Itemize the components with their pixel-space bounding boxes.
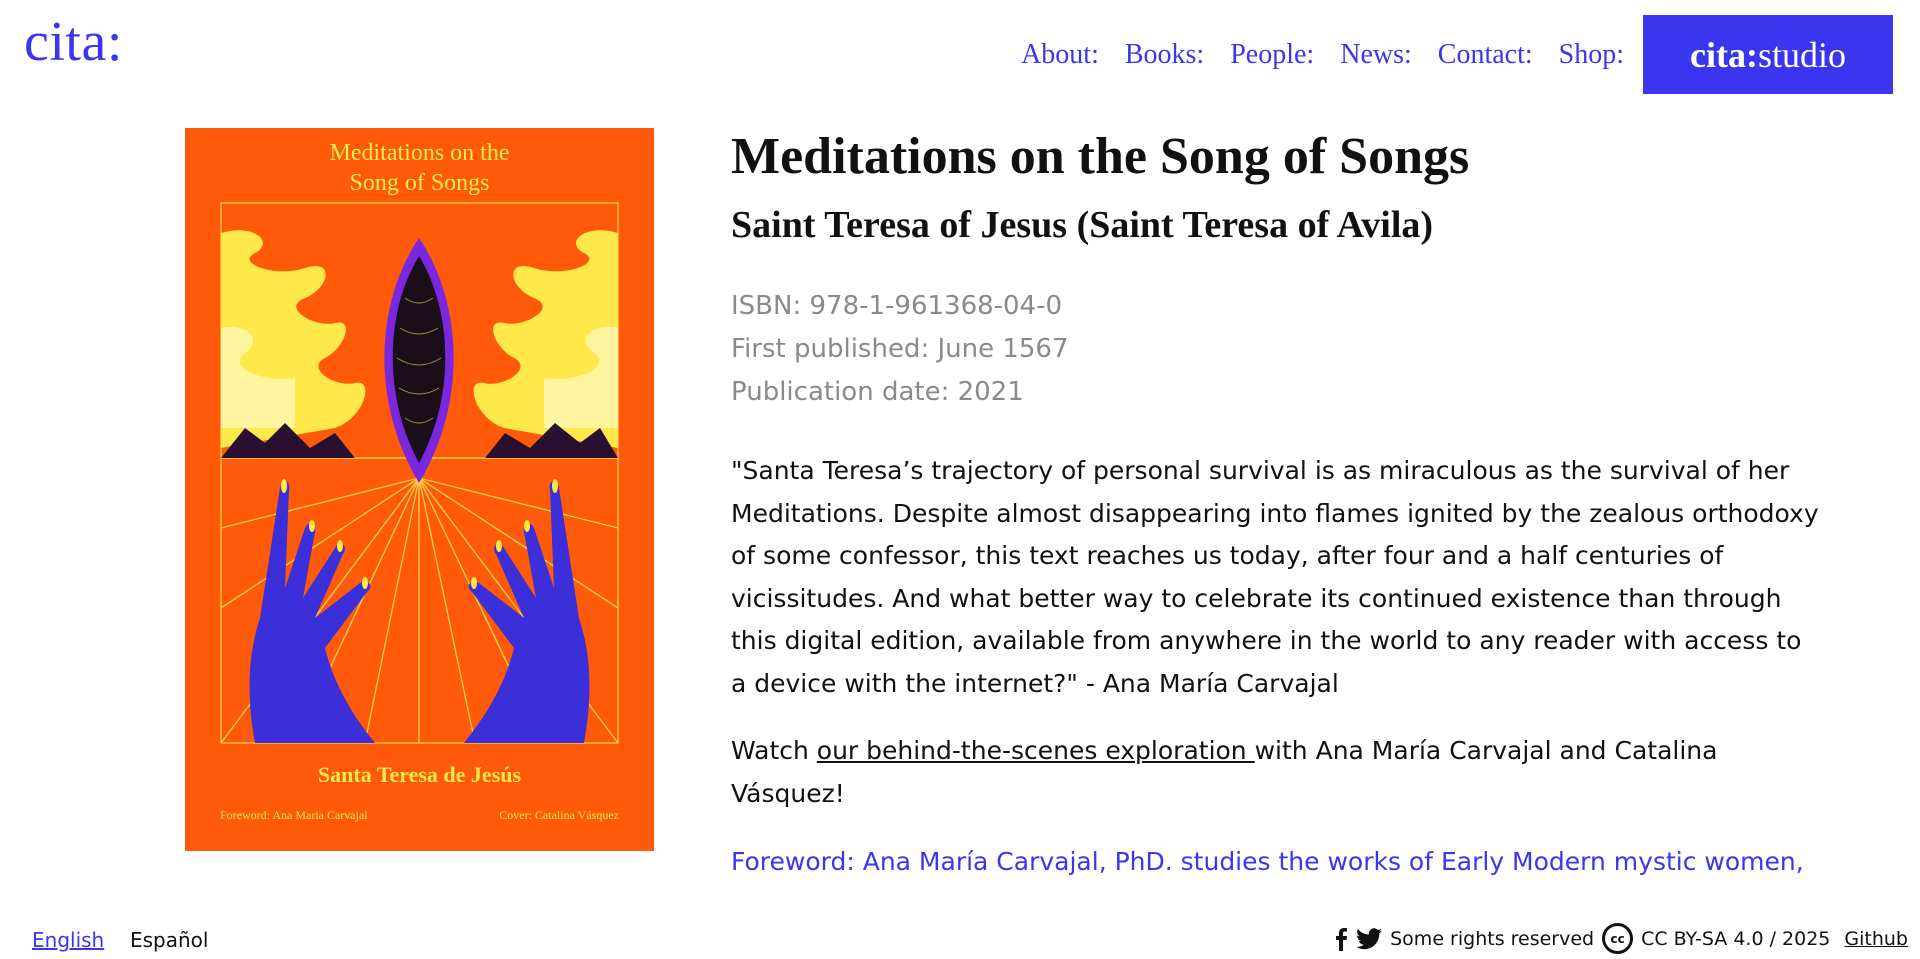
- foreword-text: Foreword: Ana María Carvajal, PhD. studi…: [731, 847, 1804, 877]
- cover-foreword: Foreword: Ana Maria Carvajal: [220, 808, 368, 822]
- studio-label-bold: cita:: [1690, 34, 1758, 75]
- rights-text: Some rights reserved: [1390, 927, 1595, 950]
- nav-people[interactable]: People:: [1230, 39, 1314, 71]
- watch-prefix: Watch: [731, 736, 817, 766]
- cover-title-line2: Song of Songs: [349, 170, 490, 196]
- cover-smoke-left: [221, 230, 366, 448]
- footer: English Español Some rights reserved cc …: [0, 912, 1920, 959]
- book-title: Meditations on the Song of Songs: [731, 128, 1470, 185]
- main-nav: About: Books: People: News: Contact: Sho…: [1021, 39, 1624, 71]
- site-logo[interactable]: cita:: [24, 14, 123, 70]
- cover-author: Santa Teresa de Jesús: [317, 762, 522, 787]
- first-published: First published: June 1567: [731, 334, 1069, 365]
- nav-shop[interactable]: Shop:: [1559, 39, 1624, 71]
- cover-title-line1: Meditations on the: [329, 140, 510, 166]
- nav-contact[interactable]: Contact:: [1438, 39, 1533, 71]
- nav-books[interactable]: Books:: [1125, 39, 1204, 71]
- nav-news[interactable]: News:: [1340, 39, 1412, 71]
- cover-title: Meditations on the Song of Songs: [185, 138, 654, 198]
- facebook-icon[interactable]: [1334, 927, 1348, 951]
- license-text: CC BY-SA 4.0 / 2025: [1641, 927, 1831, 950]
- lang-english-link[interactable]: English: [32, 928, 104, 952]
- studio-label-rest: studio: [1757, 34, 1846, 75]
- book-meta: ISBN: 978-1-961368-04-0 First published:…: [731, 285, 1831, 414]
- lang-spanish-link[interactable]: Español: [130, 928, 208, 952]
- watch-paragraph: Watch our behind-the-scenes exploration …: [731, 730, 1821, 815]
- footer-right: Some rights reserved cc CC BY-SA 4.0 / 2…: [1334, 923, 1908, 954]
- github-link[interactable]: Github: [1844, 928, 1908, 950]
- book-quote: "Santa Teresa’s trajectory of personal s…: [731, 456, 1819, 698]
- isbn: ISBN: 978-1-961368-04-0: [731, 291, 1063, 322]
- book-cover: Meditations on the Song of Songs Santa T…: [185, 128, 654, 851]
- publication-date: Publication date: 2021: [731, 377, 1024, 408]
- twitter-icon[interactable]: [1356, 927, 1383, 950]
- behind-the-scenes-link[interactable]: our behind-the-scenes exploration: [817, 736, 1255, 765]
- cover-credit: Cover: Catalina Vásquez: [499, 808, 619, 822]
- studio-button[interactable]: cita: studio: [1643, 15, 1893, 94]
- book-author: Saint Teresa of Jesus (Saint Teresa of A…: [731, 204, 1434, 247]
- book-info: Meditations on the Song of Songs Saint T…: [731, 128, 1831, 883]
- nav-about[interactable]: About:: [1021, 39, 1099, 71]
- cover-smoke-right: [473, 230, 618, 448]
- cover-illustration: [220, 202, 619, 744]
- creative-commons-icon: cc: [1602, 923, 1634, 954]
